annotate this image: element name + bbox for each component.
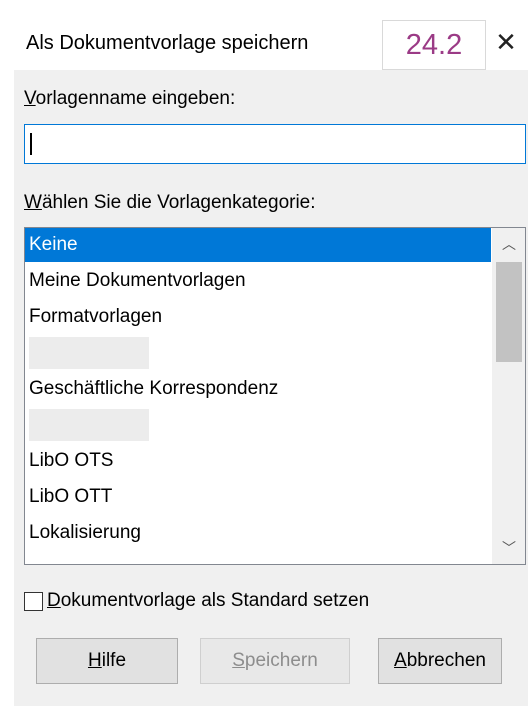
chevron-down-icon: ﹀ xyxy=(502,540,516,556)
close-button[interactable]: ✕ xyxy=(488,22,524,62)
cancel-button[interactable]: Abbrechen xyxy=(378,638,502,684)
list-item-lokalisierung[interactable]: Lokalisierung xyxy=(25,516,491,550)
version-badge: 24.2 xyxy=(382,20,486,70)
redacted-text xyxy=(29,337,149,369)
redacted-text xyxy=(29,409,149,441)
list-item-redacted[interactable] xyxy=(25,408,491,442)
vertical-scrollbar[interactable]: ︿ ﹀ xyxy=(492,228,525,564)
category-listbox[interactable]: Keine Meine Dokumentvorlagen Formatvorla… xyxy=(24,227,526,565)
chevron-up-icon: ︿ xyxy=(502,236,516,252)
close-icon: ✕ xyxy=(495,26,517,57)
save-template-dialog: Vorlagenname eingeben: Wählen Sie die Vo… xyxy=(14,70,528,706)
scroll-thumb[interactable] xyxy=(496,262,522,362)
list-item-meine-dokumentvorlagen[interactable]: Meine Dokumentvorlagen xyxy=(25,264,491,298)
title-bar: Als Dokumentvorlage speichern 24.2 ✕ xyxy=(0,0,528,70)
template-name-label: Vorlagenname eingeben: xyxy=(24,88,236,109)
window-title: Als Dokumentvorlage speichern xyxy=(26,32,309,54)
default-template-checkbox[interactable] xyxy=(24,591,43,611)
default-template-option[interactable]: Dokumentvorlage als Standard setzen xyxy=(24,586,369,616)
category-label: Wählen Sie die Vorlagenkategorie: xyxy=(24,192,316,213)
list-item-keine[interactable]: Keine xyxy=(25,228,491,262)
default-template-label[interactable]: Dokumentvorlage als Standard setzen xyxy=(47,590,369,612)
list-item-libo-ots[interactable]: LibO OTS xyxy=(25,444,491,478)
list-item-libo-ott[interactable]: LibO OTT xyxy=(25,480,491,514)
scroll-up-button[interactable]: ︿ xyxy=(492,228,525,260)
text-caret xyxy=(30,133,32,155)
template-name-input[interactable] xyxy=(24,124,526,164)
list-item-formatvorlagen[interactable]: Formatvorlagen xyxy=(25,300,491,334)
save-button[interactable]: Speichern xyxy=(200,638,350,684)
help-button[interactable]: Hilfe xyxy=(36,638,178,684)
list-item-redacted[interactable] xyxy=(25,336,491,370)
list-item-geschaeftliche-korrespondenz[interactable]: Geschäftliche Korrespondenz xyxy=(25,372,491,406)
scroll-down-button[interactable]: ﹀ xyxy=(492,532,525,564)
